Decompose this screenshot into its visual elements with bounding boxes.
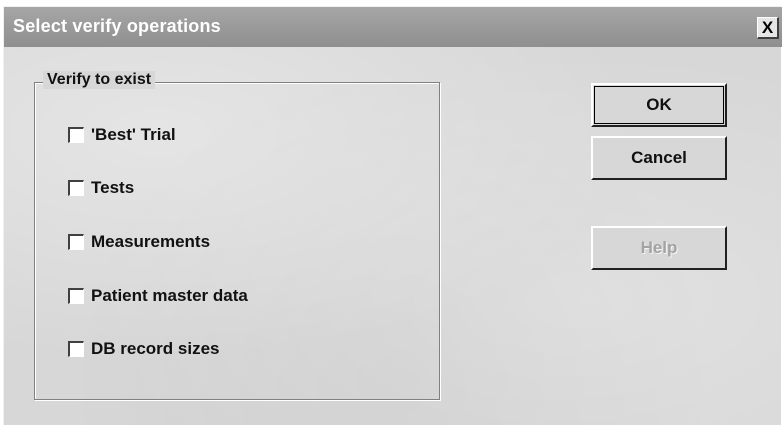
help-button[interactable]: Help: [591, 226, 727, 270]
close-icon: X: [761, 18, 774, 37]
group-legend: Verify to exist: [43, 71, 156, 89]
option-tests[interactable]: Tests: [68, 177, 134, 199]
option-measurements[interactable]: Measurements: [68, 231, 210, 253]
cancel-button[interactable]: Cancel: [591, 136, 727, 180]
help-button-label: Help: [640, 238, 678, 257]
option-label: DB record sizes: [91, 339, 220, 358]
patient-master-data-checkbox[interactable]: [68, 288, 84, 304]
option-label: Tests: [91, 178, 135, 197]
db-record-sizes-checkbox[interactable]: [68, 341, 84, 357]
option-best-trial[interactable]: 'Best' Trial: [68, 124, 176, 146]
ok-button-label: OK: [646, 95, 672, 114]
option-patient-master-data[interactable]: Patient master data: [68, 285, 248, 307]
verify-dialog: Select verify operations X Verify to exi…: [3, 6, 782, 425]
ok-button[interactable]: OK: [591, 83, 727, 127]
option-label: 'Best' Trial: [91, 125, 176, 144]
measurements-checkbox[interactable]: [68, 234, 84, 250]
tests-checkbox[interactable]: [68, 180, 84, 196]
option-db-record-sizes[interactable]: DB record sizes: [68, 338, 220, 360]
best-trial-checkbox[interactable]: [68, 127, 84, 143]
option-label: Patient master data: [91, 286, 248, 305]
option-label: Measurements: [91, 232, 211, 251]
title-bar[interactable]: Select verify operations X: [4, 7, 782, 47]
dialog-title: Select verify operations: [13, 16, 221, 36]
cancel-button-label: Cancel: [631, 148, 687, 167]
close-button[interactable]: X: [757, 17, 779, 39]
